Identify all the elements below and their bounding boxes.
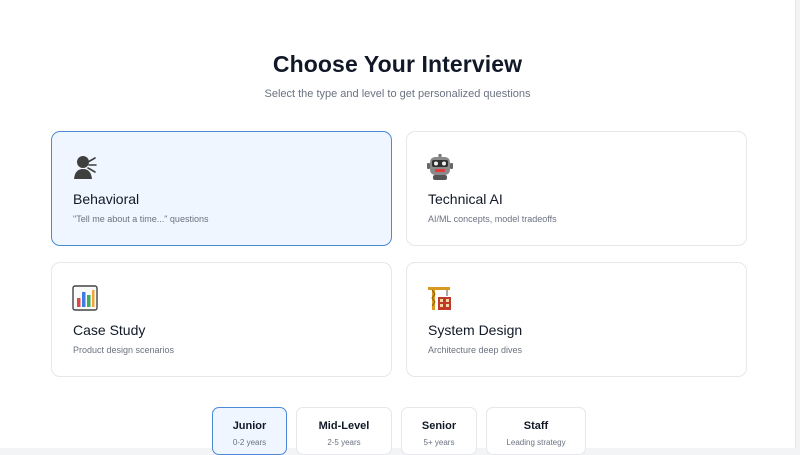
construction-crane-icon <box>427 285 453 311</box>
interview-card-desc: "Tell me about a time..." questions <box>73 214 209 224</box>
interview-card-name: Case Study <box>73 322 146 338</box>
person-speaking-icon <box>72 154 98 180</box>
interview-card-behavioral[interactable]: Behavioral "Tell me about a time..." que… <box>51 131 392 246</box>
interview-card-name: Technical AI <box>428 191 503 207</box>
interview-card-case-study[interactable]: Case Study Product design scenarios <box>51 262 392 377</box>
level-experience: 0-2 years <box>232 438 267 447</box>
interview-card-name: System Design <box>428 322 523 338</box>
level-name: Mid-Level <box>318 420 370 432</box>
page: Choose Your Interview Select the type an… <box>0 0 796 455</box>
level-name: Staff <box>523 420 549 432</box>
level-name: Senior <box>421 420 457 432</box>
interview-card-system-design[interactable]: System Design Architecture deep dives <box>406 262 747 377</box>
interview-card-desc: AI/ML concepts, model tradeoffs <box>428 214 557 224</box>
interview-card-name: Behavioral <box>73 191 140 207</box>
interview-card-desc: Architecture deep dives <box>428 345 523 355</box>
bar-chart-icon <box>72 285 98 311</box>
level-experience: Leading strategy <box>506 438 566 447</box>
interview-card-technical-ai[interactable]: Technical AI AI/ML concepts, model trade… <box>406 131 747 246</box>
robot-icon <box>427 154 453 180</box>
page-subtitle: Select the type and level to get persona… <box>264 88 531 100</box>
level-experience: 5+ years <box>423 438 455 447</box>
level-name: Junior <box>232 420 267 432</box>
page-title: Choose Your Interview <box>272 51 523 77</box>
interview-card-desc: Product design scenarios <box>73 345 175 355</box>
level-experience: 2-5 years <box>327 438 361 447</box>
